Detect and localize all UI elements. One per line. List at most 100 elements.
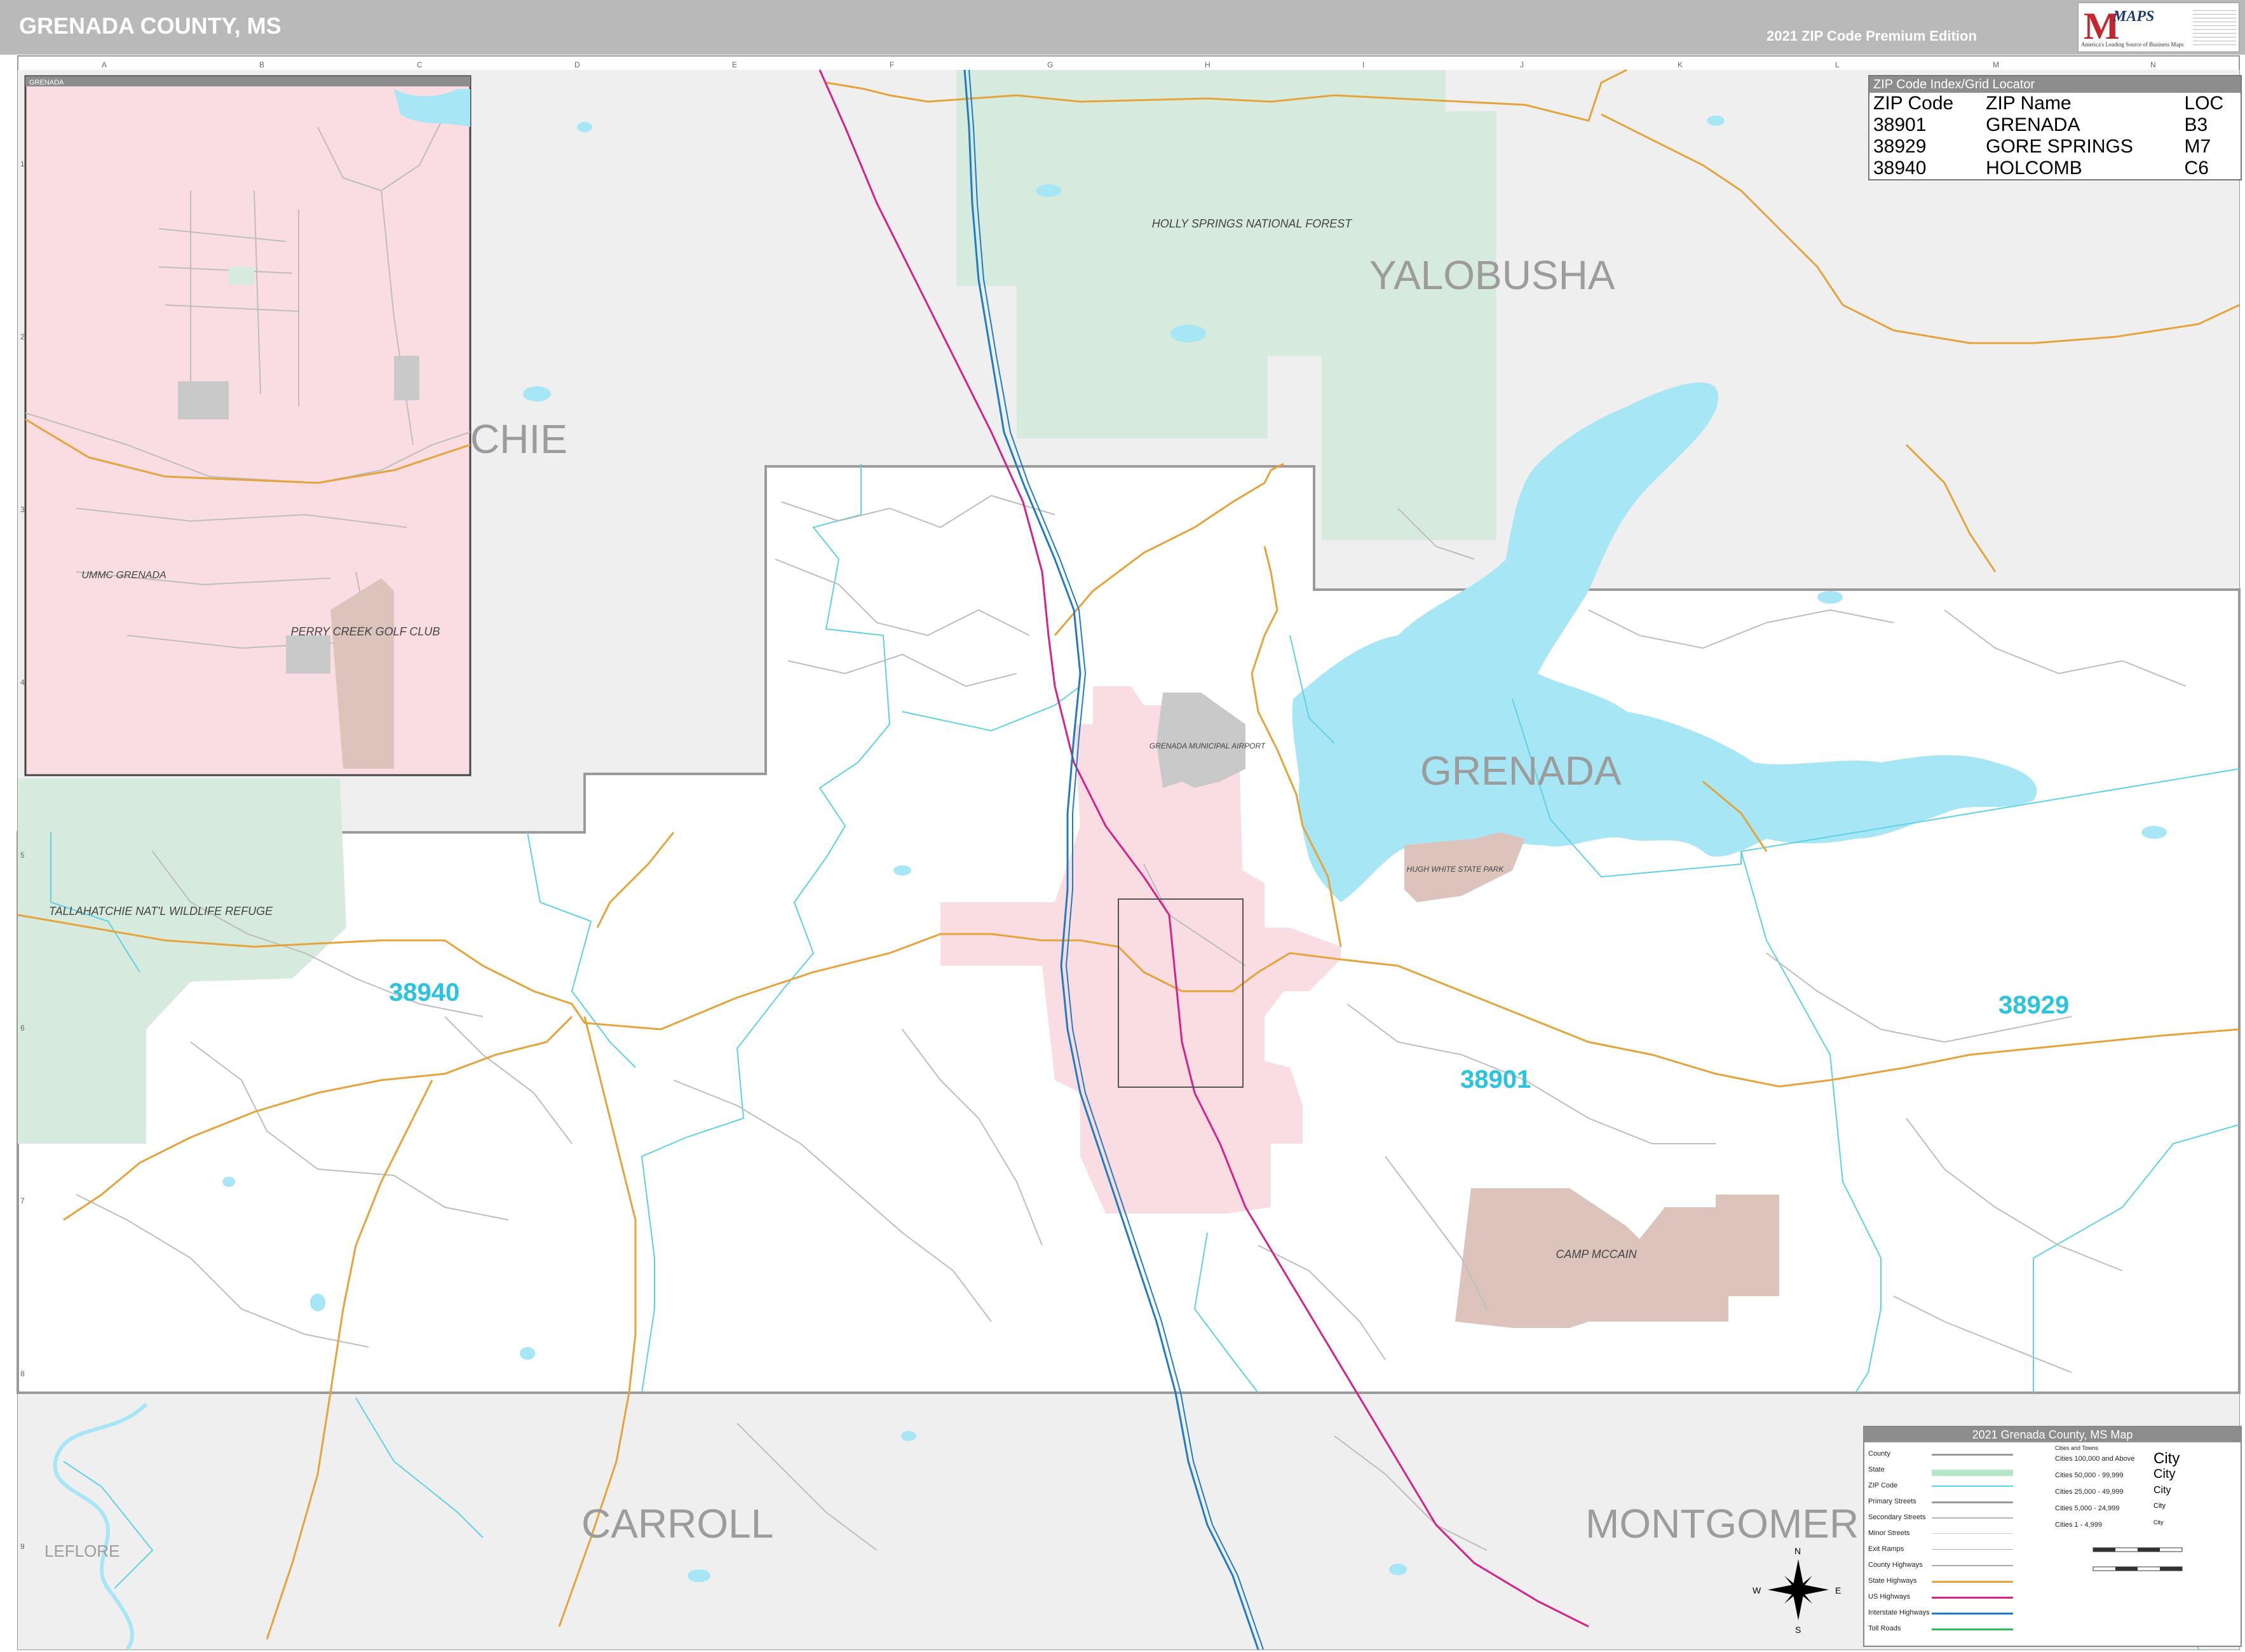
grid-column-label: C bbox=[417, 60, 423, 69]
inset-gray-area-3 bbox=[286, 635, 330, 674]
grid-row-label: 2 bbox=[20, 332, 25, 341]
grid-column-label: F bbox=[890, 60, 894, 69]
inset-frame bbox=[24, 75, 471, 776]
legend-city-sample: City bbox=[2153, 1450, 2180, 1467]
legend-swatch bbox=[1932, 1517, 2013, 1519]
compass-n: N bbox=[1794, 1546, 1801, 1556]
label-perry-creek: PERRY CREEK GOLF CLUB bbox=[291, 625, 440, 638]
compass-w: W bbox=[1753, 1585, 1761, 1595]
label-airport: GRENADA MUNICIPAL AIRPORT bbox=[1150, 741, 1266, 750]
grid-column-label: G bbox=[1047, 60, 1053, 69]
grid-row-label: 3 bbox=[20, 505, 25, 514]
legend-caption: 2021 Grenada County, MS Map bbox=[1864, 1427, 2241, 1442]
grid-column-label: K bbox=[1678, 60, 1683, 69]
inset-caption-bar bbox=[25, 76, 470, 86]
zip-index-caption: ZIP Code Index/Grid Locator bbox=[1869, 76, 2241, 93]
grid-column-label: M bbox=[1993, 60, 1999, 69]
page-title: GRENADA COUNTY, MS bbox=[19, 13, 281, 39]
legend-item-label: County Highways bbox=[1868, 1561, 1923, 1569]
label-leflore: LEFLORE bbox=[44, 1541, 120, 1561]
legend-item-label: Primary Streets bbox=[1868, 1498, 1916, 1505]
zip-label-38929: 38929 bbox=[1998, 991, 2069, 1019]
county-map[interactable]: N S E W A B C D E F G H I J K L M N 1 2 3 4 5 6 7 8 9 YALOBUS… bbox=[0, 0, 2245, 1652]
legend-swatch bbox=[1932, 1581, 2013, 1583]
table-row[interactable]: 38901 GRENADA B3 bbox=[1869, 114, 2241, 136]
zip-loc-cell: M7 bbox=[2184, 136, 2211, 157]
table-row[interactable]: 38929 GORE SPRINGS M7 bbox=[1869, 136, 2241, 158]
zip-code-cell: 38901 bbox=[1873, 114, 1927, 135]
legend-item-label: State bbox=[1868, 1466, 1885, 1473]
label-camp-mccain: CAMP MCCAIN bbox=[1556, 1248, 1637, 1261]
label-holly-springs: HOLLY SPRINGS NATIONAL FOREST bbox=[1152, 217, 1353, 230]
label-carroll: CARROLL bbox=[581, 1501, 773, 1547]
grid-row-label: 9 bbox=[20, 1542, 25, 1551]
logo-tagline: America's Leading Source of Business Map… bbox=[2081, 41, 2184, 48]
zip-index-header-row: ZIP Code ZIP Name LOC bbox=[1869, 93, 2241, 114]
label-ummc: UMMC GRENADA bbox=[81, 570, 166, 581]
header-bar: GRENADA COUNTY, MS 2021 ZIP Code Premium… bbox=[0, 0, 2245, 55]
legend-swatch bbox=[1932, 1597, 2013, 1599]
grid-row-label: 5 bbox=[20, 851, 25, 860]
legend-city-sample: City bbox=[2153, 1467, 2176, 1482]
zip-index-table: ZIP Code ZIP Name LOC 38901 GRENADA B3 3… bbox=[1869, 93, 2241, 179]
logo-wordmark: MAPS bbox=[2113, 8, 2155, 25]
compass-s: S bbox=[1795, 1625, 1801, 1635]
table-row[interactable]: 38940 HOLCOMB C6 bbox=[1869, 158, 2241, 179]
legend-swatch bbox=[1932, 1628, 2013, 1630]
map-legend: 2021 Grenada County, MS Map County State Z… bbox=[1863, 1426, 2242, 1647]
grid-row-label: 8 bbox=[20, 1369, 25, 1378]
legend-swatch bbox=[1932, 1565, 2013, 1566]
legend-city-sample: City bbox=[2153, 1519, 2164, 1526]
legend-city-sample: City bbox=[2153, 1502, 2166, 1510]
legend-item-label: Minor Streets bbox=[1868, 1529, 1910, 1537]
grid-column-label: N bbox=[2150, 60, 2156, 69]
legend-swatch bbox=[1932, 1549, 2013, 1550]
legend-item-label: Toll Roads bbox=[1868, 1625, 1901, 1632]
grid-row-label: 4 bbox=[20, 678, 25, 687]
legend-item-label: Interstate Highways bbox=[1868, 1609, 1930, 1616]
inset-caption: GRENADA bbox=[29, 79, 64, 86]
market-maps-logo[interactable]: M MAPS America's Leading Source of Busin… bbox=[2078, 3, 2239, 52]
legend-item-label: US Highways bbox=[1868, 1593, 1911, 1601]
legend-item-label: ZIP Code bbox=[1868, 1482, 1898, 1489]
grid-row-label: 1 bbox=[20, 159, 25, 168]
zip-label-38901: 38901 bbox=[1460, 1066, 1531, 1093]
grid-column-label: E bbox=[732, 60, 737, 69]
label-montgomery: MONTGOMER bbox=[1585, 1501, 1859, 1547]
grid-row-label: 7 bbox=[20, 1196, 25, 1205]
legend-item-label: Secondary Streets bbox=[1868, 1513, 1926, 1521]
compass-e: E bbox=[1835, 1585, 1841, 1595]
zip-code-index: ZIP Code Index/Grid Locator ZIP Code ZIP… bbox=[1868, 75, 2242, 180]
legend-item-label: State Highways bbox=[1868, 1577, 1917, 1585]
zip-label-38940: 38940 bbox=[389, 978, 459, 1006]
label-yalobusha: YALOBUSHA bbox=[1369, 252, 1615, 298]
label-tallahatchie-refuge: TALLAHATCHIE NAT'L WILDLIFE REFUGE bbox=[49, 905, 273, 917]
legend-city-class: Cities 1 - 4,999 bbox=[2055, 1521, 2102, 1529]
logo-contact-block bbox=[2193, 7, 2236, 48]
label-hugh-white: HUGH WHITE STATE PARK bbox=[1407, 865, 1505, 874]
zip-index-header: ZIP Name bbox=[1986, 93, 2072, 114]
grid-row-label: 6 bbox=[20, 1024, 25, 1032]
legend-city-class: Cities 50,000 - 99,999 bbox=[2055, 1472, 2124, 1479]
legend-swatch bbox=[1932, 1486, 2013, 1487]
legend-city-class: Cities 5,000 - 24,999 bbox=[2055, 1505, 2120, 1512]
grid-column-label: H bbox=[1205, 60, 1211, 69]
zip-index-header: ZIP Code bbox=[1873, 93, 1954, 114]
legend-swatch bbox=[1932, 1501, 2013, 1503]
legend-city-sample: City bbox=[2153, 1484, 2171, 1496]
legend-swatch bbox=[1932, 1454, 2013, 1456]
inset-gray-area-1 bbox=[178, 381, 229, 419]
scale-bar bbox=[2092, 1547, 2183, 1571]
legend-city-class: Cities 25,000 - 49,999 bbox=[2055, 1488, 2124, 1496]
legend-cities-caption: Cities and Towns bbox=[2055, 1445, 2098, 1451]
zip-code-cell: 38940 bbox=[1873, 158, 1927, 179]
grid-column-label: D bbox=[574, 60, 580, 69]
label-grenada: GRENADA bbox=[1420, 748, 1622, 794]
zip-index-header: LOC bbox=[2184, 93, 2224, 114]
grid-column-label: B bbox=[259, 60, 264, 69]
grid-column-label: L bbox=[1835, 60, 1840, 69]
grid-column-label: A bbox=[102, 60, 107, 69]
zip-name-cell: HOLCOMB bbox=[1986, 158, 2082, 179]
legend-swatch bbox=[1932, 1470, 2013, 1476]
zip-code-cell: 38929 bbox=[1873, 136, 1927, 157]
